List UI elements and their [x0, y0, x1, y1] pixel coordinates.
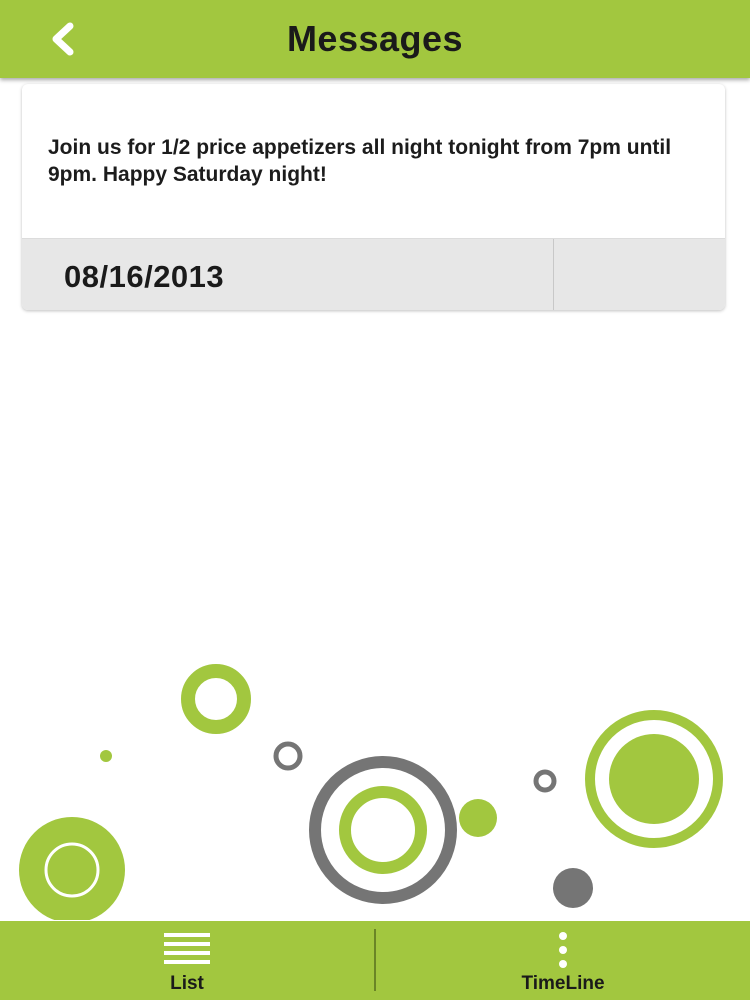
- message-footer: 08/16/2013: [22, 238, 725, 310]
- message-date: 08/16/2013: [64, 259, 225, 294]
- vertical-dots-icon: [559, 932, 567, 968]
- decor-ring-top: [181, 664, 251, 734]
- decor-dot-gray: [553, 868, 593, 908]
- page-title: Messages: [286, 18, 464, 59]
- header-bar: Messages: [0, 0, 750, 78]
- decor-dot-right: [609, 734, 699, 824]
- tab-timeline-label: TimeLine: [521, 973, 605, 994]
- decor-ring-green-inner: [339, 786, 427, 874]
- tab-timeline[interactable]: TimeLine: [376, 921, 750, 1000]
- decor-dot-small: [100, 750, 112, 762]
- decorative-circles: [19, 664, 723, 920]
- tab-list-label: List: [170, 973, 204, 994]
- message-card[interactable]: Join us for 1/2 price appetizers all nig…: [22, 84, 725, 310]
- decor-dot-green: [459, 799, 497, 837]
- footer-divider: [553, 239, 554, 310]
- bottom-tab-bar: List TimeLine: [0, 921, 750, 1000]
- decor-ring-gray-small: [273, 741, 303, 771]
- decor-ring-gray-large: [309, 756, 457, 904]
- list-icon: [164, 933, 210, 964]
- tab-list[interactable]: List: [0, 921, 374, 1000]
- decor-disc-left: [19, 817, 125, 920]
- decor-ring-gray-tiny: [533, 769, 557, 793]
- message-text: Join us for 1/2 price appetizers all nig…: [48, 136, 672, 186]
